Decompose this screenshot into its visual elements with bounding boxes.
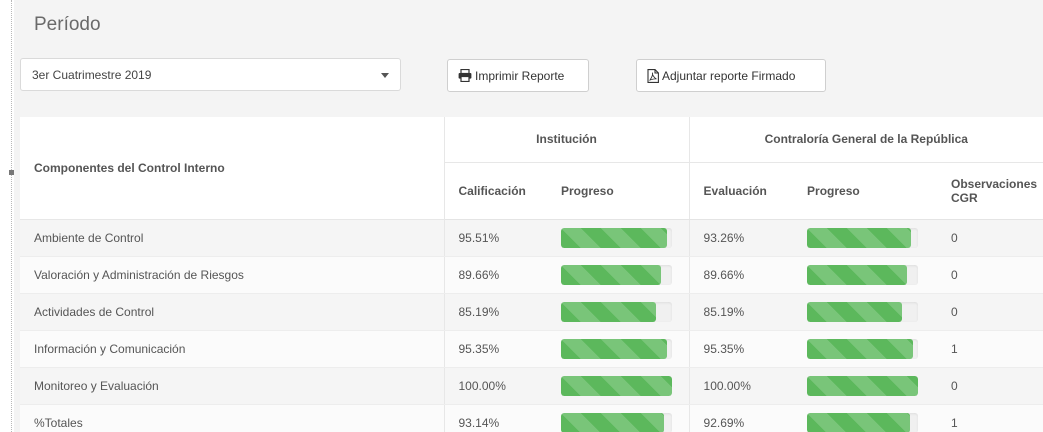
cgr-progress-bar [807,412,919,432]
table-header-row-groups: Componentes del Control Interno Instituc… [20,117,1043,220]
calificacion-value: 93.14% [443,404,547,432]
calificacion-value: 95.35% [443,330,547,368]
institution-progress-bar [561,301,672,322]
table-row: Actividades de Control 85.19% 85.19% 0 [20,293,1043,331]
cgr-progress-cell [793,256,938,294]
institution-progress-bar [561,338,672,359]
institution-progress-bar [561,412,672,432]
period-select-value: 3er Cuatrimestre 2019 [32,68,152,82]
caret-down-icon [381,73,389,78]
page-title: Período [34,14,101,35]
institution-progress-cell [547,256,690,294]
table-row: Monitoreo y Evaluación 100.00% 100.00% 0 [20,367,1043,405]
column-header-progreso-cgr: Progreso [793,162,938,220]
observaciones-value: 1 [937,330,1043,368]
calificacion-value: 100.00% [443,367,547,405]
institution-progress-cell [547,293,690,331]
print-report-label: Imprimir Reporte [475,68,565,83]
calificacion-value: 85.19% [443,293,547,331]
cgr-progress-bar [807,264,919,285]
institution-progress-bar [561,375,672,396]
column-header-progreso-institucion: Progreso [547,162,690,220]
cgr-progress-bar [807,227,919,248]
print-report-button[interactable]: Imprimir Reporte [447,59,589,92]
cgr-progress-fill [807,227,911,248]
period-select[interactable]: 3er Cuatrimestre 2019 [20,58,401,91]
table-row: Ambiente de Control 95.51% 93.26% 0 [20,219,1043,257]
institution-progress-bar [561,227,672,248]
cgr-progress-fill [807,412,910,432]
institution-progress-fill [561,375,672,396]
cgr-progress-fill [807,301,902,322]
component-name: %Totales [20,404,444,432]
cgr-progress-cell [793,367,938,405]
institution-progress-fill [561,338,667,359]
cgr-progress-fill [807,338,913,359]
cgr-progress-cell [793,293,938,331]
table-row: %Totales 93.14% 92.69% 1 [20,404,1043,432]
observaciones-value: 0 [937,293,1043,331]
column-header-calificacion: Calificación [443,162,547,220]
column-header-evaluacion: Evaluación [688,162,794,220]
column-header-observaciones: Observaciones CGR [937,162,1043,220]
institution-progress-fill [561,264,661,285]
evaluacion-value: 93.26% [688,219,794,257]
cgr-progress-cell [793,219,938,257]
cgr-progress-cell [793,404,938,432]
observaciones-value: 0 [937,219,1043,257]
table-row: Valoración y Administración de Riesgos 8… [20,256,1043,294]
column-group-institution: Institución [443,117,690,163]
control-components-table: Componentes del Control Interno Instituc… [20,117,1043,432]
printer-icon [458,69,472,82]
institution-progress-cell [547,219,690,257]
cgr-progress-bar [807,338,919,359]
institution-progress-fill [561,227,668,248]
institution-progress-fill [561,412,665,432]
component-name: Ambiente de Control [20,219,444,257]
pdf-file-icon [647,68,659,83]
institution-progress-cell [547,404,690,432]
evaluacion-value: 85.19% [688,293,794,331]
component-name: Valoración y Administración de Riesgos [20,256,444,294]
component-name: Monitoreo y Evaluación [20,367,444,405]
column-group-cgr: Contraloría General de la República [688,117,1043,163]
report-panel: Período 3er Cuatrimestre 2019 Imprimir R… [14,0,1043,432]
observaciones-value: 1 [937,404,1043,432]
attach-signed-report-button[interactable]: Adjuntar reporte Firmado [636,59,826,92]
column-header-component: Componentes del Control Interno [20,117,444,220]
calificacion-value: 89.66% [443,256,547,294]
cgr-progress-fill [807,375,919,396]
calificacion-value: 95.51% [443,219,547,257]
table-row: Información y Comunicación 95.35% 95.35%… [20,330,1043,368]
institution-progress-bar [561,264,672,285]
institution-progress-cell [547,330,690,368]
evaluacion-value: 89.66% [688,256,794,294]
observaciones-value: 0 [937,256,1043,294]
evaluacion-value: 95.35% [688,330,794,368]
cgr-progress-cell [793,330,938,368]
attach-signed-report-label: Adjuntar reporte Firmado [662,68,796,83]
evaluacion-value: 92.69% [688,404,794,432]
institution-progress-cell [547,367,690,405]
component-name: Información y Comunicación [20,330,444,368]
institution-progress-fill [561,301,656,322]
frame-border [11,0,12,432]
cgr-progress-bar [807,301,919,322]
component-name: Actividades de Control [20,293,444,331]
cgr-progress-fill [807,264,907,285]
cgr-progress-bar [807,375,919,396]
observaciones-value: 0 [937,367,1043,405]
evaluacion-value: 100.00% [688,367,794,405]
